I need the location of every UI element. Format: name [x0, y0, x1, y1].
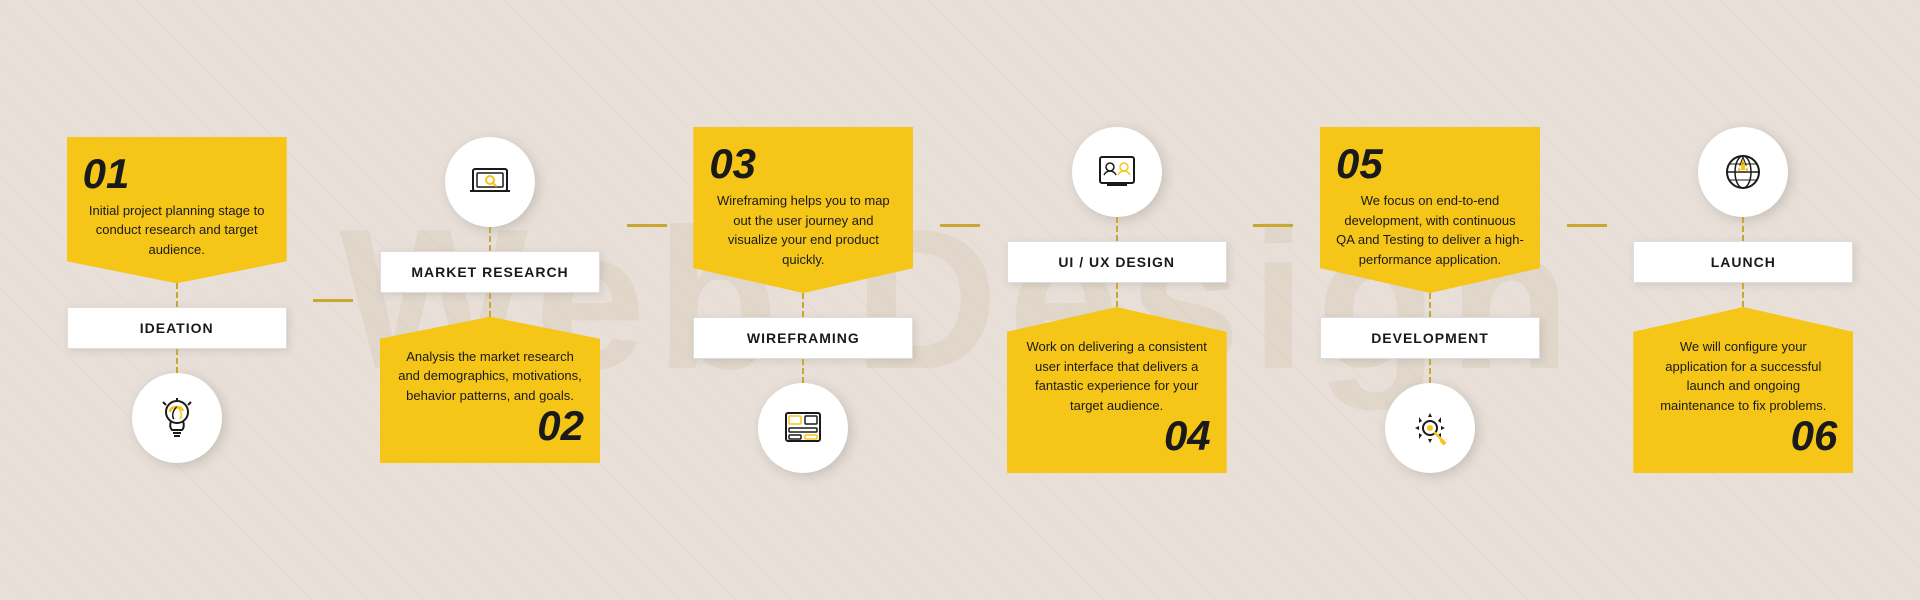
v-connector-2b: [489, 293, 491, 317]
info-text-4: Work on delivering a consistent user int…: [1023, 337, 1211, 415]
icon-circle-1: [132, 373, 222, 463]
step-number-6: 06: [1791, 415, 1838, 457]
label-box-6: LAUNCH: [1633, 241, 1853, 283]
info-text-6: We will configure your application for a…: [1649, 337, 1837, 415]
step-col-6: LAUNCH We will configure your applicatio…: [1607, 127, 1880, 473]
label-box-1: IDEATION: [67, 307, 287, 349]
label-box-5: DEVELOPMENT: [1320, 317, 1540, 359]
step-col-2: MARKET RESEARCH Analysis the market rese…: [353, 137, 626, 464]
lightbulb-icon: [152, 393, 202, 443]
v-connector-3a: [802, 293, 804, 317]
info-box-1: 01 Initial project planning stage to con…: [67, 137, 287, 284]
info-text-2: Analysis the market research and demogra…: [396, 347, 584, 406]
step-number-5: 05: [1336, 143, 1383, 185]
v-connector-3b: [802, 359, 804, 383]
step-col-1: 01 Initial project planning stage to con…: [40, 137, 313, 464]
connector-5-6: [1567, 224, 1607, 227]
main-container: 01 Initial project planning stage to con…: [0, 0, 1920, 600]
rocket-icon: [1718, 147, 1768, 197]
wireframe-icon: [778, 403, 828, 453]
icon-circle-6: [1698, 127, 1788, 217]
laptop-search-icon: [465, 157, 515, 207]
info-text-5: We focus on end-to-end development, with…: [1336, 191, 1524, 269]
info-box-3: 03 Wireframing helps you to map out the …: [693, 127, 913, 293]
info-box-5: 05 We focus on end-to-end development, w…: [1320, 127, 1540, 293]
icon-circle-3: [758, 383, 848, 473]
label-box-4: UI / UX DESIGN: [1007, 241, 1227, 283]
icon-circle-4: [1072, 127, 1162, 217]
info-box-2: Analysis the market research and demogra…: [380, 317, 600, 464]
connector-3-4: [940, 224, 980, 227]
info-box-4: Work on delivering a consistent user int…: [1007, 307, 1227, 473]
v-connector-5b: [1429, 359, 1431, 383]
v-connector-1a: [176, 283, 178, 307]
connector-1-2: [313, 299, 353, 302]
icon-circle-2: [445, 137, 535, 227]
info-text-3: Wireframing helps you to map out the use…: [709, 191, 897, 269]
v-connector-2a: [489, 227, 491, 251]
step-number-4: 04: [1164, 415, 1211, 457]
step-number-1: 01: [83, 153, 130, 195]
step-number-3: 03: [709, 143, 756, 185]
gear-code-icon: [1405, 403, 1455, 453]
info-text-1: Initial project planning stage to conduc…: [83, 201, 271, 260]
connector-4-5: [1253, 224, 1293, 227]
label-box-3: WIREFRAMING: [693, 317, 913, 359]
step-number-2: 02: [537, 405, 584, 447]
v-connector-4a: [1116, 217, 1118, 241]
v-connector-4b: [1116, 283, 1118, 307]
ux-design-icon: [1092, 147, 1142, 197]
step-col-4: UI / UX DESIGN Work on delivering a cons…: [980, 127, 1253, 473]
info-box-6: We will configure your application for a…: [1633, 307, 1853, 473]
process-flow: 01 Initial project planning stage to con…: [0, 127, 1920, 473]
v-connector-6a: [1742, 217, 1744, 241]
v-connector-5a: [1429, 293, 1431, 317]
step-col-3: 03 Wireframing helps you to map out the …: [667, 127, 940, 473]
icon-circle-5: [1385, 383, 1475, 473]
connector-2-3: [627, 224, 667, 227]
label-box-2: MARKET RESEARCH: [380, 251, 600, 293]
step-col-5: 05 We focus on end-to-end development, w…: [1293, 127, 1566, 473]
v-connector-6b: [1742, 283, 1744, 307]
v-connector-1b: [176, 349, 178, 373]
